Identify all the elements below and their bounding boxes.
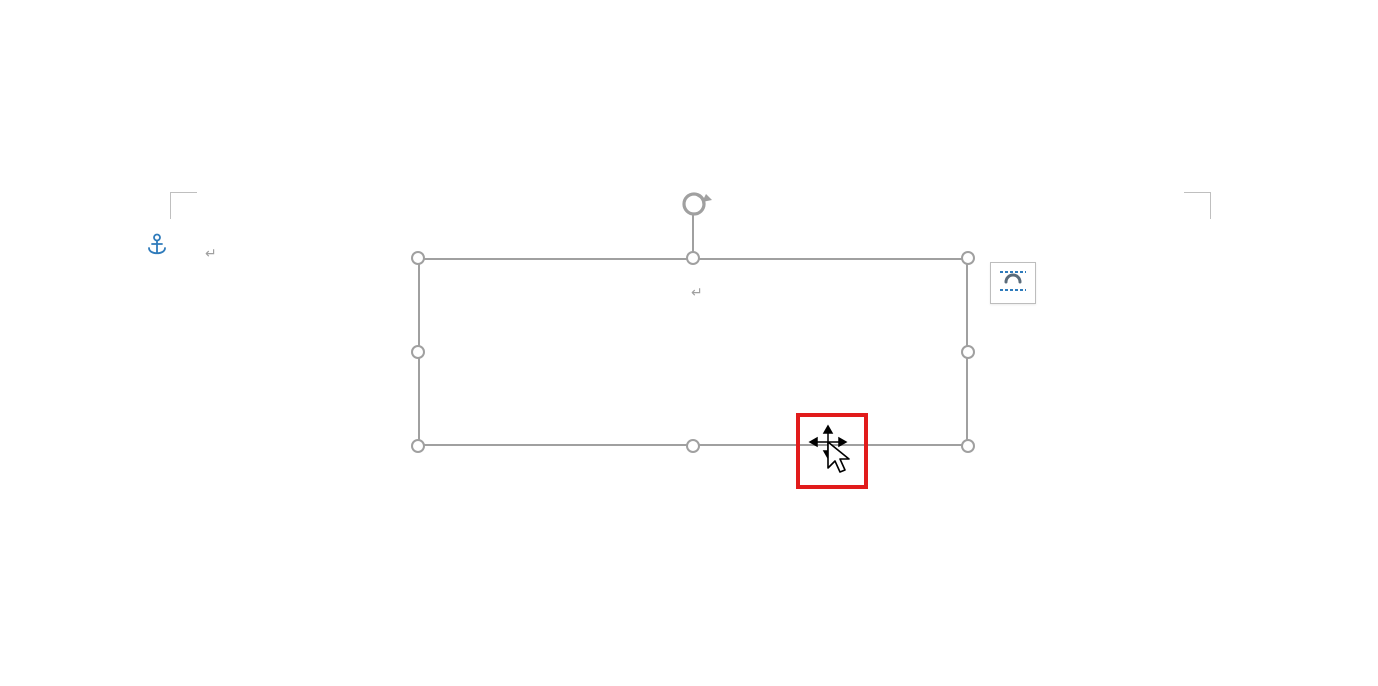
resize-handle-top-right[interactable] (961, 251, 975, 265)
layout-options-button[interactable] (990, 262, 1036, 304)
selected-text-box[interactable]: ↵ (418, 258, 968, 446)
resize-handle-bottom-right[interactable] (961, 439, 975, 453)
layout-options-icon (998, 268, 1028, 299)
resize-handle-bottom-middle[interactable] (686, 439, 700, 453)
document-canvas: ↵ ↵ (0, 0, 1378, 686)
resize-handle-bottom-left[interactable] (411, 439, 425, 453)
paragraph-mark: ↵ (205, 246, 217, 260)
resize-handle-top-middle[interactable] (686, 251, 700, 265)
paragraph-mark-in-box: ↵ (691, 285, 703, 299)
resize-handle-top-left[interactable] (411, 251, 425, 265)
page-margin-corner-top-right (1184, 192, 1211, 219)
resize-handle-middle-left[interactable] (411, 345, 425, 359)
resize-handle-middle-right[interactable] (961, 345, 975, 359)
rotate-handle[interactable] (676, 186, 712, 227)
anchor-icon (146, 233, 168, 264)
page-margin-corner-top-left (170, 192, 197, 219)
